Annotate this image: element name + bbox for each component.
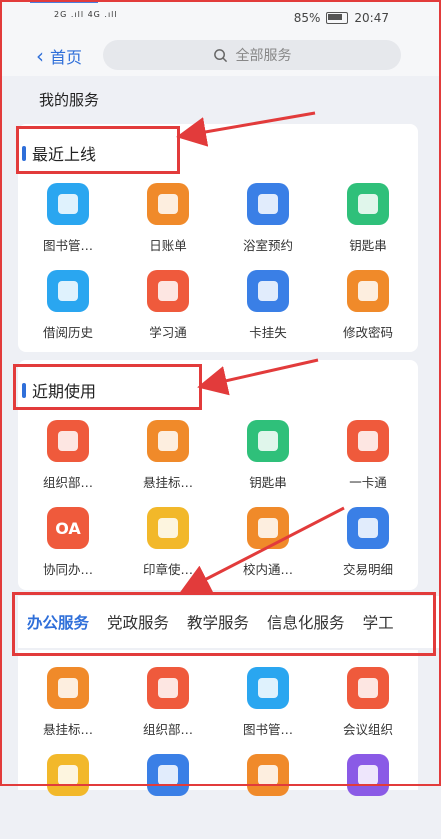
office-services-grid: 悬挂标… 组织部… 图书管… 会议组织 <box>18 665 418 839</box>
search-icon <box>213 48 227 62</box>
section-title-my-services: 我的服务 <box>39 91 100 109</box>
service-label: 一卡通 <box>349 475 387 490</box>
service-tile[interactable]: 浴室预约 <box>218 181 318 268</box>
book-history-icon <box>47 270 89 312</box>
service-tile[interactable]: 组织部… <box>18 418 118 505</box>
recent-used-grid: 组织部… 悬挂标… 钥匙串 一卡通 OA 协同办… 印章使… 校内通… 交易明细 <box>18 418 418 592</box>
service-tile[interactable]: 会议组织 <box>318 665 418 752</box>
service-label: 卡挂失 <box>249 325 287 340</box>
service-tile[interactable]: 印章使… <box>118 505 218 592</box>
service-label: 印章使… <box>142 562 193 577</box>
service-label: 学习通 <box>149 325 187 340</box>
status-right: 85% 20:47 <box>294 11 389 25</box>
banner-icon <box>147 420 189 462</box>
org-dept-icon <box>47 420 89 462</box>
back-label: 首页 <box>50 48 83 67</box>
search-doc-icon <box>147 754 189 796</box>
transaction-card-icon <box>347 507 389 549</box>
graduation-cap-icon <box>147 270 189 312</box>
nav-bar: ‹ 首页 全部服务 <box>0 36 441 76</box>
service-label: 钥匙串 <box>349 238 387 253</box>
search-placeholder: 全部服务 <box>235 48 292 64</box>
battery-percent: 85% <box>293 11 321 25</box>
chevron-left-icon: ‹ <box>36 44 44 68</box>
banner-icon <box>47 667 89 709</box>
list-doc-icon <box>247 754 289 796</box>
service-label: 组织部… <box>142 722 193 737</box>
service-label: 悬挂标… <box>42 722 93 737</box>
service-tile[interactable]: 学习通 <box>118 268 218 355</box>
service-label: 交易明细 <box>342 562 393 577</box>
search-input[interactable]: 全部服务 <box>103 40 401 70</box>
card-lost-icon <box>247 270 289 312</box>
service-label: 修改密码 <box>342 325 393 340</box>
oa-icon: OA <box>47 507 89 549</box>
battery-icon <box>326 12 349 24</box>
recent-online-grid: 图书管… 日账单 浴室预约 钥匙串借阅历史 学习通 卡挂失 修改密码 <box>18 181 418 355</box>
service-tile[interactable] <box>18 752 118 839</box>
service-tile[interactable]: 钥匙串 <box>218 418 318 505</box>
stamp-icon <box>147 507 189 549</box>
book-icon <box>247 667 289 709</box>
service-label: 图书管… <box>242 722 293 737</box>
highlight-box-tabs <box>12 592 436 656</box>
service-tile[interactable]: 日账单 <box>118 181 218 268</box>
status-bar: 2G .ıll 4G .ıll 85% 20:47 <box>0 0 441 36</box>
service-tile[interactable]: OA 协同办… <box>18 505 118 592</box>
building-icon <box>247 183 289 225</box>
contacts-book-icon <box>247 507 289 549</box>
service-tile[interactable]: 修改密码 <box>318 268 418 355</box>
key-ribbon-icon <box>247 420 289 462</box>
signal-indicator: 2G .ıll 4G .ıll <box>54 10 118 19</box>
key-ribbon-icon <box>347 183 389 225</box>
service-label: 日账单 <box>149 238 187 253</box>
service-tile[interactable]: 钥匙串 <box>318 181 418 268</box>
service-label: 借阅历史 <box>42 325 93 340</box>
service-label: 会议组织 <box>342 722 393 737</box>
shield-lock-icon <box>347 270 389 312</box>
back-button[interactable]: ‹ 首页 <box>36 44 82 68</box>
org-dept-icon <box>147 667 189 709</box>
service-label: 校内通… <box>242 562 293 577</box>
document-icon <box>47 754 89 796</box>
service-label: 钥匙串 <box>249 475 287 490</box>
service-tile[interactable] <box>118 752 218 839</box>
service-tile[interactable]: 一卡通 <box>318 418 418 505</box>
archive-icon <box>347 754 389 796</box>
notepad-icon <box>147 183 189 225</box>
service-label: 浴室预约 <box>242 238 293 253</box>
service-tile[interactable]: 悬挂标… <box>118 418 218 505</box>
meeting-icon <box>347 667 389 709</box>
service-tile[interactable] <box>218 752 318 839</box>
service-tile[interactable]: 悬挂标… <box>18 665 118 752</box>
service-tile[interactable]: 卡挂失 <box>218 268 318 355</box>
service-tile[interactable]: 图书管… <box>18 181 118 268</box>
highlight-box-recent-used <box>13 364 202 410</box>
service-label: 协同办… <box>42 562 93 577</box>
service-tile[interactable]: 借阅历史 <box>18 268 118 355</box>
id-card-icon <box>347 420 389 462</box>
service-tile[interactable]: 交易明细 <box>318 505 418 592</box>
service-tile[interactable]: 校内通… <box>218 505 318 592</box>
service-tile[interactable]: 组织部… <box>118 665 218 752</box>
service-label: 图书管… <box>42 238 93 253</box>
service-tile[interactable] <box>318 752 418 839</box>
book-icon <box>47 183 89 225</box>
service-label: 组织部… <box>42 475 93 490</box>
clock: 20:47 <box>354 11 389 25</box>
highlight-box-recent-online <box>16 126 180 174</box>
service-label: 悬挂标… <box>142 475 193 490</box>
service-tile[interactable]: 图书管… <box>218 665 318 752</box>
status-accent-line <box>30 0 98 3</box>
